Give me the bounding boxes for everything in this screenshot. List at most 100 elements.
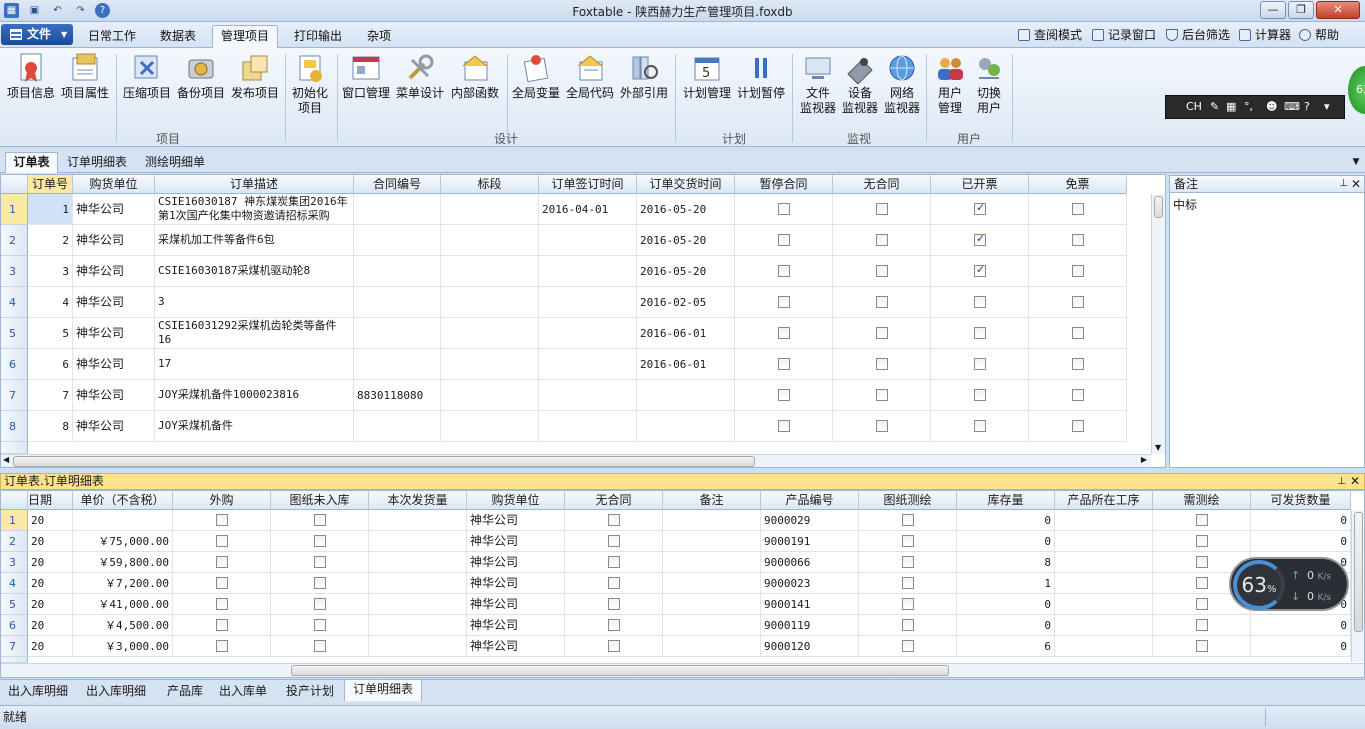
scrollbar-thumb[interactable] [1354, 512, 1363, 632]
outsourced-checkbox[interactable] [216, 619, 228, 631]
nocontract-checkbox[interactable] [876, 420, 888, 432]
contract-no-cell[interactable] [354, 194, 441, 225]
delivery-date-cell[interactable]: 2016-05-20 [637, 256, 735, 287]
free-checkbox[interactable] [1072, 389, 1084, 401]
delivery-date-cell[interactable]: 2016-06-01 [637, 318, 735, 349]
date-cell[interactable]: 20 [28, 594, 73, 615]
signed-date-cell[interactable] [539, 287, 637, 318]
free-checkbox[interactable] [1072, 203, 1084, 215]
record-window-button[interactable]: 记录窗口 [1092, 27, 1156, 43]
tab-stock-detail-2[interactable]: 出入库明细 [82, 682, 150, 702]
ship-qty-cell[interactable] [369, 531, 467, 552]
signed-date-cell[interactable] [539, 349, 637, 380]
column-header-no-contract[interactable]: 无合同 [833, 175, 931, 194]
need-survey-checkbox[interactable] [1196, 535, 1208, 547]
paused-checkbox[interactable] [778, 327, 790, 339]
drawing-not-stored-checkbox[interactable] [314, 640, 326, 652]
section-cell[interactable] [441, 287, 539, 318]
delivery-date-cell[interactable]: 2016-05-20 [637, 194, 735, 225]
internal-function-button[interactable]: 内部函数 [448, 52, 502, 101]
scrollbar-thumb[interactable] [13, 456, 755, 467]
detail-pin-icon[interactable]: ⊥ [1337, 474, 1346, 489]
invoiced-checkbox[interactable] [974, 389, 986, 401]
contract-no-cell[interactable] [354, 287, 441, 318]
scroll-left-icon[interactable]: ◀ [3, 455, 9, 464]
outsourced-checkbox[interactable] [216, 640, 228, 652]
product-code-cell[interactable]: 9000023 [761, 573, 859, 594]
horizontal-scrollbar[interactable]: ◀ ▶ [1, 454, 1151, 467]
invoiced-checkbox[interactable] [974, 327, 986, 339]
buyer-cell[interactable]: 神华公司 [73, 194, 155, 225]
signed-date-cell[interactable] [539, 411, 637, 442]
paused-checkbox[interactable] [778, 203, 790, 215]
stock-cell[interactable]: 0 [957, 594, 1055, 615]
price-cell[interactable]: ￥7,200.00 [73, 573, 173, 594]
scrollbar-thumb[interactable] [1154, 196, 1163, 218]
contract-no-cell[interactable] [354, 349, 441, 380]
remark-cell[interactable] [663, 552, 761, 573]
remark-cell[interactable] [663, 615, 761, 636]
order-no-cell[interactable]: 6 [28, 349, 73, 380]
paused-checkbox[interactable] [778, 265, 790, 277]
product-code-cell[interactable]: 9000029 [761, 510, 859, 531]
process-cell[interactable] [1055, 552, 1153, 573]
date-cell[interactable]: 20 [28, 636, 73, 657]
delivery-date-cell[interactable]: 2016-02-05 [637, 287, 735, 318]
drawing-survey-checkbox[interactable] [902, 514, 914, 526]
drawing-survey-checkbox[interactable] [902, 598, 914, 610]
available-qty-cell[interactable]: 0 [1251, 636, 1351, 657]
buyer-cell[interactable]: 神华公司 [467, 594, 565, 615]
buyer-cell[interactable]: 神华公司 [467, 552, 565, 573]
free-checkbox[interactable] [1072, 420, 1084, 432]
backup-project-button[interactable]: 备份项目 [175, 52, 227, 101]
signed-date-cell[interactable] [539, 318, 637, 349]
need-survey-checkbox[interactable] [1196, 619, 1208, 631]
description-cell[interactable]: 17 [155, 349, 354, 380]
free-checkbox[interactable] [1072, 296, 1084, 308]
invoiced-checkbox[interactable] [974, 358, 986, 370]
no-contract-checkbox[interactable] [608, 598, 620, 610]
stock-cell[interactable]: 0 [957, 510, 1055, 531]
ime-toolbar[interactable]: CH ✎ ▦ °, ☻ ⌨ ? ▾ [1165, 95, 1345, 119]
paused-checkbox[interactable] [778, 296, 790, 308]
help-button[interactable]: 帮助 [1299, 27, 1339, 43]
switch-user-button[interactable]: 切换 用户 [970, 52, 1008, 116]
price-cell[interactable]: ￥59,800.00 [73, 552, 173, 573]
remark-cell[interactable] [663, 573, 761, 594]
window-manage-button[interactable]: 窗口管理 [340, 52, 392, 101]
vertical-scrollbar[interactable] [1351, 510, 1364, 662]
invoiced-checkbox[interactable] [974, 296, 986, 308]
price-cell[interactable] [73, 510, 173, 531]
buyer-cell[interactable]: 神华公司 [467, 615, 565, 636]
buyer-cell[interactable]: 神华公司 [73, 318, 155, 349]
scrollbar-thumb[interactable] [291, 665, 949, 676]
buyer-cell[interactable]: 神华公司 [467, 531, 565, 552]
need-survey-checkbox[interactable] [1196, 640, 1208, 652]
drawing-not-stored-checkbox[interactable] [314, 577, 326, 589]
process-cell[interactable] [1055, 636, 1153, 657]
no-contract-checkbox[interactable] [608, 535, 620, 547]
column-header-date[interactable]: 日期 [28, 491, 73, 510]
need-survey-checkbox[interactable] [1196, 556, 1208, 568]
order-no-cell[interactable]: 4 [28, 287, 73, 318]
nocontract-checkbox[interactable] [876, 265, 888, 277]
ship-qty-cell[interactable] [369, 636, 467, 657]
buyer-cell[interactable]: 神华公司 [73, 349, 155, 380]
minimize-button[interactable]: — [1260, 1, 1286, 19]
tab-manage-project[interactable]: 管理项目 [212, 25, 278, 48]
plan-pause-button[interactable]: 计划暂停 [736, 52, 786, 101]
remark-cell[interactable] [663, 531, 761, 552]
order-no-cell[interactable]: 7 [28, 380, 73, 411]
remark-close-icon[interactable]: ✕ [1351, 176, 1361, 192]
invoiced-checkbox[interactable] [974, 263, 986, 277]
maximize-button[interactable]: ❐ [1288, 1, 1314, 19]
close-button[interactable]: ✕ [1316, 1, 1360, 19]
paused-checkbox[interactable] [778, 358, 790, 370]
view-mode-button[interactable]: 查阅模式 [1018, 27, 1082, 43]
contract-no-cell[interactable] [354, 225, 441, 256]
scroll-down-icon[interactable]: ▼ [1155, 443, 1161, 452]
detail-close-icon[interactable]: ✕ [1350, 474, 1360, 489]
invoiced-checkbox[interactable] [974, 201, 986, 215]
nocontract-checkbox[interactable] [876, 234, 888, 246]
process-cell[interactable] [1055, 594, 1153, 615]
